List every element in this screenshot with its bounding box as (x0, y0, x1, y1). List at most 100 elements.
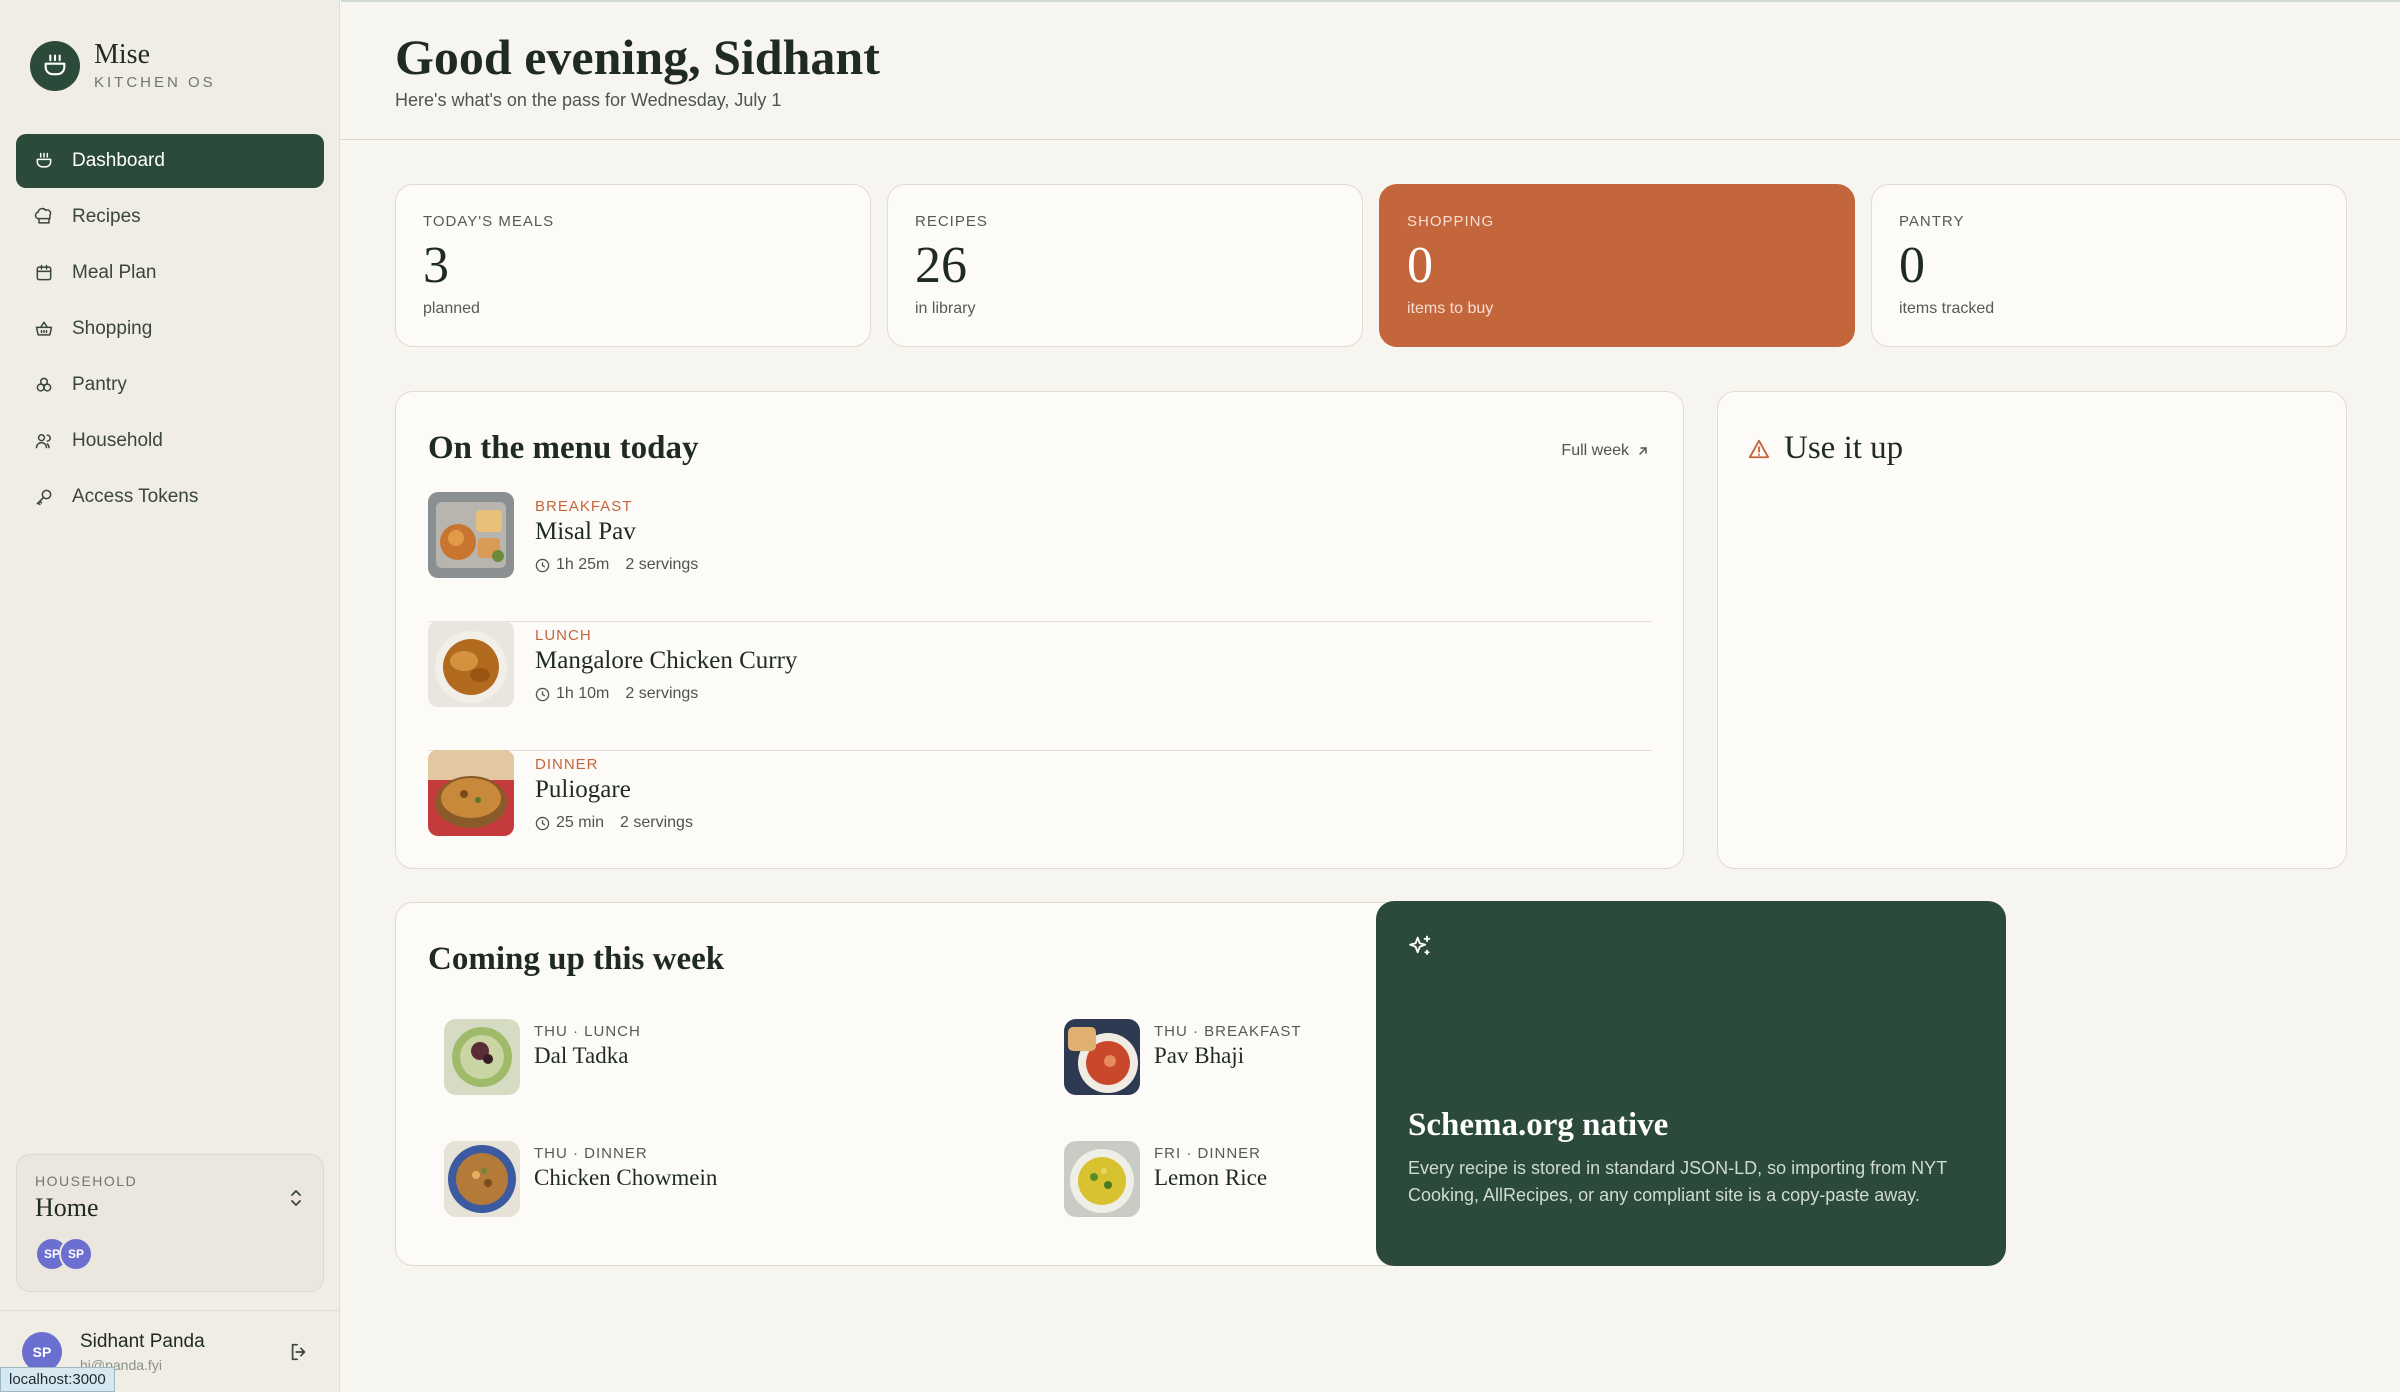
sidebar-nav: Dashboard Recipes Meal Plan Shopping Pan… (16, 134, 324, 526)
sidebar-item-pantry[interactable]: Pantry (16, 358, 324, 412)
avatar: SP (59, 1237, 93, 1271)
household-name: Home (35, 1193, 99, 1222)
use-it-up-card: Use it up (1717, 391, 2347, 869)
use-it-up-header: Use it up (1748, 430, 1903, 467)
sidebar-item-meal-plan[interactable]: Meal Plan (16, 246, 324, 300)
meal-image (444, 1141, 520, 1217)
sidebar-item-label: Dashboard (72, 150, 165, 171)
sidebar-item-label: Household (72, 430, 163, 451)
meal-servings: 2 servings (625, 556, 699, 573)
meal-row-lunch[interactable]: LUNCH Mangalore Chicken Curry 1h 10m 2 s… (428, 621, 1652, 751)
stat-value: 0 (1899, 237, 1925, 294)
stat-label: RECIPES (915, 213, 988, 230)
meal-row-breakfast[interactable]: BREAKFAST Misal Pav 1h 25m 2 servings (428, 492, 1652, 622)
sidebar-item-label: Pantry (72, 374, 127, 395)
clock-icon (535, 816, 550, 830)
meal-meta: 1h 25m 2 servings (535, 556, 698, 574)
avatar[interactable]: SP (22, 1331, 62, 1372)
sidebar-item-label: Access Tokens (72, 486, 199, 507)
meal-image (444, 1019, 520, 1095)
sidebar-item-dashboard[interactable]: Dashboard (16, 134, 324, 188)
stat-label: SHOPPING (1407, 213, 1495, 230)
stat-sub: in library (915, 300, 976, 317)
meal-image (428, 621, 514, 707)
full-week-link[interactable]: Full week (1561, 442, 1649, 460)
meal-time: 1h 10m (556, 685, 610, 702)
user-name: Sidhant Panda (80, 1330, 205, 1352)
main-content: Good evening, Sidhant Here's what's on t… (341, 0, 2400, 1392)
meal-name: Mangalore Chicken Curry (535, 647, 798, 674)
status-bar-url: localhost:3000 (0, 1367, 115, 1392)
sidebar: Mise KITCHEN OS Dashboard Recipes Meal P… (0, 0, 340, 1392)
arrow-up-right-icon (1639, 447, 1647, 455)
warning-icon (1748, 439, 1770, 458)
sidebar-item-recipes[interactable]: Recipes (16, 190, 324, 244)
schema-body: Every recipe is stored in standard JSON-… (1408, 1158, 1947, 1205)
meal-slot: BREAKFAST (535, 498, 633, 515)
clock-icon (535, 687, 550, 701)
week-item[interactable]: THU · DINNER Chicken Chowmein (444, 1141, 1004, 1221)
stat-shopping[interactable]: SHOPPING 0 items to buy (1379, 184, 1855, 347)
clock-icon (535, 558, 550, 572)
full-week-label: Full week (1561, 442, 1629, 459)
stat-todays-meals[interactable]: TODAY'S MEALS 3 planned (395, 184, 871, 347)
week-slot: THU · DINNER (534, 1145, 648, 1162)
schema-title: Schema.org native (1408, 1107, 1669, 1143)
sidebar-item-shopping[interactable]: Shopping (16, 302, 324, 356)
users-icon (35, 434, 51, 449)
household-label: HOUSEHOLD (35, 1173, 138, 1189)
household-switcher[interactable]: HOUSEHOLD Home SP SP (16, 1154, 324, 1292)
meal-image (428, 750, 514, 836)
jars-icon (36, 377, 52, 392)
sidebar-item-household[interactable]: Household (16, 414, 324, 468)
stat-pantry[interactable]: PANTRY 0 items tracked (1871, 184, 2347, 347)
week-slot: THU · BREAKFAST (1154, 1023, 1302, 1040)
key-icon (36, 489, 52, 506)
stat-value: 26 (915, 237, 967, 294)
use-it-up-title: Use it up (1784, 430, 1904, 466)
meal-row-dinner[interactable]: DINNER Puliogare 25 min 2 servings (428, 750, 1652, 880)
stat-sub: items to buy (1407, 300, 1494, 317)
pot-logo-icon (30, 40, 80, 91)
brand[interactable]: Mise KITCHEN OS (30, 40, 216, 91)
week-meal-name: Chicken Chowmein (534, 1165, 718, 1190)
schema-info-card: Schema.org native Every recipe is stored… (1376, 901, 2006, 1266)
week-meal-name: Pav Bhaji (1154, 1043, 1245, 1068)
stat-sub: items tracked (1899, 300, 1995, 317)
week-item[interactable]: THU · LUNCH Dal Tadka (444, 1019, 1004, 1099)
top-divider (341, 0, 2400, 2)
meal-image (1064, 1019, 1140, 1095)
stat-recipes[interactable]: RECIPES 26 in library (887, 184, 1363, 347)
sidebar-item-access-tokens[interactable]: Access Tokens (16, 470, 324, 524)
basket-icon (35, 321, 53, 336)
week-slot: FRI · DINNER (1154, 1145, 1261, 1162)
calendar-icon (36, 264, 52, 281)
meal-name: Misal Pav (535, 518, 636, 545)
sidebar-item-label: Shopping (72, 318, 153, 339)
week-meal-name: Dal Tadka (534, 1043, 629, 1068)
stat-label: PANTRY (1899, 213, 1965, 230)
stat-value: 0 (1407, 237, 1433, 294)
stat-sub: planned (423, 300, 480, 317)
week-slot: THU · LUNCH (534, 1023, 641, 1040)
brand-name: Mise (94, 39, 150, 70)
meal-slot: DINNER (535, 756, 599, 773)
sidebar-item-label: Recipes (72, 206, 141, 227)
meal-time: 25 min (556, 814, 605, 831)
chevron-up-down-icon (291, 1190, 301, 1206)
meal-servings: 2 servings (620, 814, 693, 831)
meal-slot: LUNCH (535, 627, 592, 644)
today-menu-card: On the menu today Full week BREAKFAST Mi… (395, 391, 1684, 869)
meal-time: 1h 25m (556, 556, 610, 573)
logout-icon[interactable] (288, 1341, 310, 1363)
meal-image (428, 492, 514, 578)
pot-icon (36, 152, 52, 168)
stat-value: 3 (423, 237, 449, 294)
chef-hat-icon (34, 207, 52, 224)
stat-label: TODAY'S MEALS (423, 213, 555, 230)
meal-image (1064, 1141, 1140, 1217)
today-menu-title: On the menu today (428, 430, 699, 466)
brand-subtitle: KITCHEN OS (94, 74, 216, 91)
household-members: SP SP (35, 1237, 305, 1271)
page-subtitle: Here's what's on the pass for Wednesday,… (395, 90, 782, 110)
